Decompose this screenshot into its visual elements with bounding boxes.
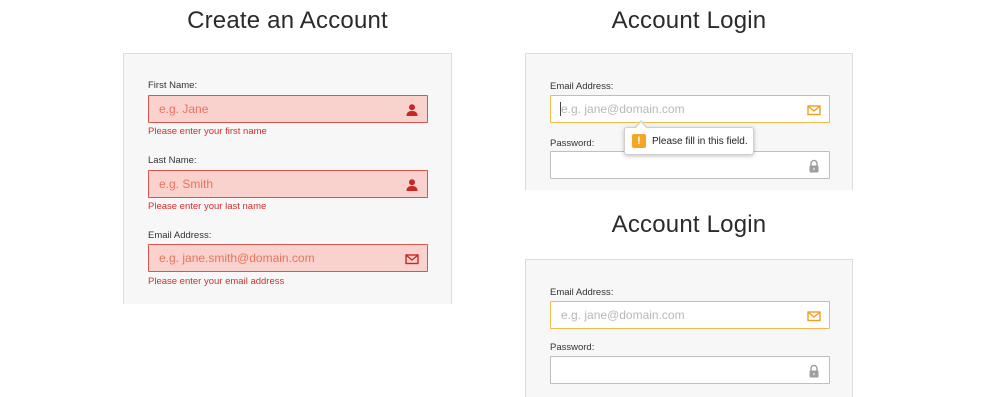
tooltip-arrow-inner: [635, 122, 647, 129]
validation-tooltip: ! Please fill in this field.: [624, 120, 754, 155]
login-top-title: Account Login: [611, 7, 767, 34]
last-name-field[interactable]: e.g. Smith: [148, 170, 428, 198]
signup-title: Create an Account: [187, 7, 388, 34]
envelope-icon: [807, 105, 821, 116]
envelope-icon: [405, 254, 419, 265]
first-name-field[interactable]: e.g. Jane: [148, 95, 428, 123]
login-bottom-password-label: Password:: [550, 342, 595, 353]
login-top-email-placeholder: e.g. jane@domain.com: [561, 102, 685, 116]
signup-form: First Name: e.g. Jane Please enter your …: [123, 53, 452, 304]
login-bottom-email-field[interactable]: e.g. jane@domain.com: [550, 301, 830, 329]
login-bottom-password-field[interactable]: [550, 356, 830, 384]
first-name-error: Please enter your first name: [148, 126, 267, 137]
user-icon: [406, 179, 418, 191]
login-bottom-form: Email Address: e.g. jane@domain.com Pass…: [525, 259, 853, 397]
login-top-form: Email Address: e.g. jane@domain.com Pass…: [525, 53, 853, 190]
last-name-error: Please enter your last name: [148, 201, 267, 212]
tooltip-message: Please fill in this field.: [652, 136, 748, 147]
last-name-label: Last Name:: [148, 155, 197, 166]
first-name-placeholder: e.g. Jane: [159, 102, 209, 116]
login-bottom-email-placeholder: e.g. jane@domain.com: [561, 308, 685, 322]
envelope-icon: [807, 311, 821, 322]
user-icon: [406, 104, 418, 116]
first-name-label: First Name:: [148, 80, 198, 91]
warning-icon: !: [632, 134, 646, 148]
login-top-password-label: Password:: [550, 138, 595, 149]
login-bottom-title: Account Login: [611, 211, 767, 238]
lock-icon: [809, 364, 819, 378]
last-name-placeholder: e.g. Smith: [159, 177, 214, 191]
login-top-password-field[interactable]: [550, 151, 830, 179]
login-top-email-label: Email Address:: [550, 81, 614, 92]
login-top-email-field[interactable]: e.g. jane@domain.com: [550, 95, 830, 123]
signup-email-label: Email Address:: [148, 230, 212, 241]
login-bottom-email-label: Email Address:: [550, 287, 614, 298]
signup-email-placeholder: e.g. jane.smith@domain.com: [159, 251, 315, 265]
lock-icon: [809, 159, 819, 173]
signup-email-error: Please enter your email address: [148, 276, 285, 287]
signup-email-field[interactable]: e.g. jane.smith@domain.com: [148, 244, 428, 272]
